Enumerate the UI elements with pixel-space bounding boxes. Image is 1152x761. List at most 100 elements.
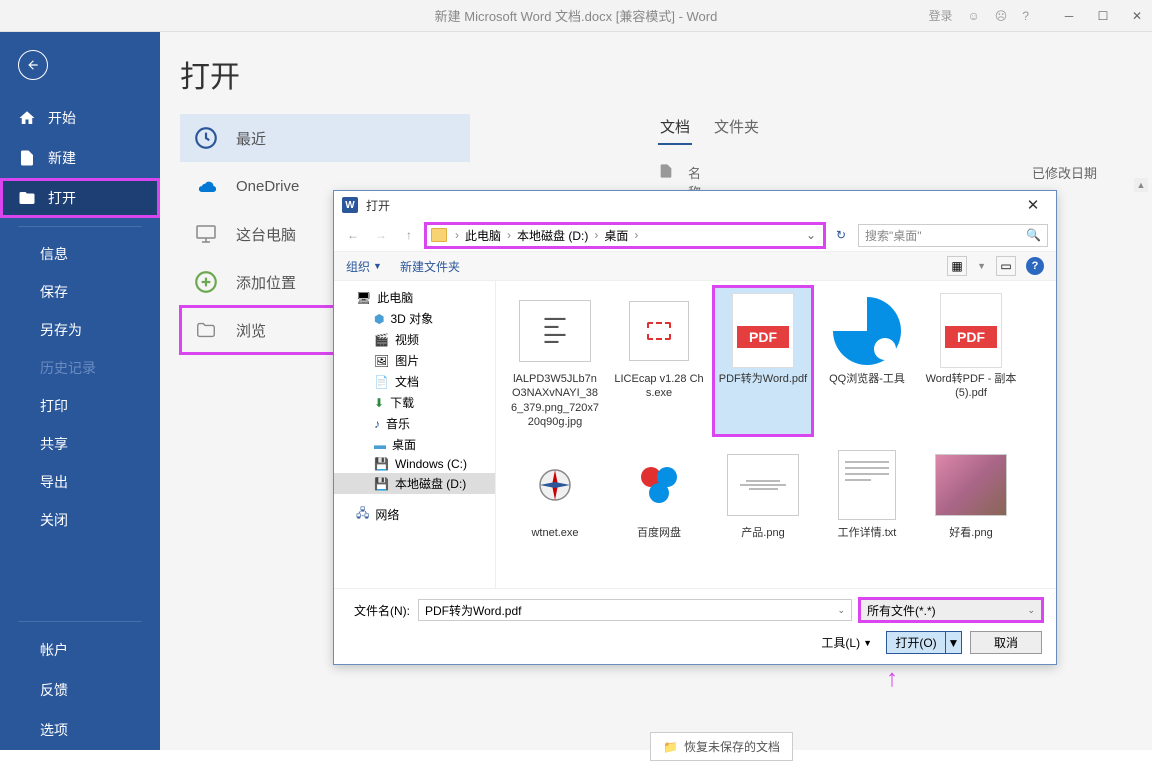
location-label: 最近 xyxy=(236,128,266,149)
annotation-arrow: ↑ xyxy=(886,665,898,693)
file-item[interactable]: 工作详情.txt xyxy=(818,441,916,546)
pc-icon: 🖥 xyxy=(356,291,371,305)
folder-open-icon xyxy=(18,189,36,207)
tree-documents[interactable]: 📄文档 xyxy=(334,371,495,392)
sidebar-share[interactable]: 共享 xyxy=(0,425,160,463)
breadcrumb-part[interactable]: 本地磁盘 (D:) xyxy=(513,227,592,244)
filename-input[interactable]: PDF转为Word.pdf ⌄ xyxy=(418,599,852,621)
sidebar-new[interactable]: 新建 xyxy=(0,138,160,178)
face-icon[interactable]: ☺ xyxy=(968,9,980,23)
sidebar-account[interactable]: 帐户 xyxy=(0,630,160,670)
sidebar-feedback[interactable]: 反馈 xyxy=(0,670,160,710)
tree-windowsc[interactable]: 💾Windows (C:) xyxy=(334,455,495,473)
filetype-select[interactable]: 所有文件(*.*) ⌄ xyxy=(860,599,1042,621)
sidebar-print[interactable]: 打印 xyxy=(0,387,160,425)
help-icon[interactable]: ? xyxy=(1022,9,1029,23)
scroll-up-button[interactable]: ▲ xyxy=(1134,178,1148,192)
location-recent[interactable]: 最近 xyxy=(180,114,470,162)
sidebar-options[interactable]: 选项 xyxy=(0,710,160,750)
file-name: 好看.png xyxy=(925,526,1017,540)
file-item[interactable]: QQ浏览器-工具 xyxy=(818,287,916,435)
tree-3dobjects[interactable]: ⬢3D 对象 xyxy=(334,308,495,329)
breadcrumb-dropdown[interactable]: ⌄ xyxy=(803,228,819,242)
location-label: 浏览 xyxy=(236,320,266,341)
cube-icon: ⬢ xyxy=(374,312,384,326)
dialog-titlebar: W 打开 ✕ xyxy=(334,191,1056,219)
nav-forward-button[interactable]: → xyxy=(370,224,392,246)
sidebar-info[interactable]: 信息 xyxy=(0,235,160,273)
location-label: 添加位置 xyxy=(236,272,296,293)
view-button[interactable]: ▦ xyxy=(947,256,967,276)
recover-unsaved-button[interactable]: 📁 恢复未保存的文档 xyxy=(650,732,793,761)
tree-pictures[interactable]: 🖼图片 xyxy=(334,350,495,371)
file-item[interactable]: ▬▬▬▬▬▬▬▬▬▬ lALPD3W5JLb7nO3NAXvNAYI_386_3… xyxy=(506,287,604,435)
document-icon xyxy=(18,149,36,167)
folder-tree: 🖥此电脑 ⬢3D 对象 🎬视频 🖼图片 📄文档 ⬇下载 ♪音乐 ▬桌面 💾Win… xyxy=(334,281,496,588)
home-icon xyxy=(18,109,36,127)
file-item[interactable]: 好看.png xyxy=(922,441,1020,546)
sidebar-item-label: 打开 xyxy=(48,188,76,208)
tree-videos[interactable]: 🎬视频 xyxy=(334,329,495,350)
tree-desktop[interactable]: ▬桌面 xyxy=(334,434,495,455)
tree-downloads[interactable]: ⬇下载 xyxy=(334,392,495,413)
picture-icon: 🖼 xyxy=(374,354,389,368)
chevron-down-icon[interactable]: ⌄ xyxy=(837,605,845,616)
breadcrumb[interactable]: › 此电脑 › 本地磁盘 (D:) › 桌面 › ⌄ xyxy=(426,224,824,247)
face2-icon[interactable]: ☹ xyxy=(995,9,1008,23)
help-button[interactable]: ? xyxy=(1026,257,1044,275)
breadcrumb-part[interactable]: 此电脑 xyxy=(461,227,505,244)
desktop-icon: ▬ xyxy=(374,438,386,452)
tools-button[interactable]: 工具(L) ▼ xyxy=(815,632,878,653)
nav-back-button[interactable]: ← xyxy=(342,224,364,246)
file-item[interactable]: 百度网盘 xyxy=(610,441,708,546)
close-button[interactable]: ✕ xyxy=(1130,9,1144,23)
dialog-close-button[interactable]: ✕ xyxy=(1018,196,1048,214)
breadcrumb-part[interactable]: 桌面 xyxy=(600,227,632,244)
refresh-button[interactable]: ↻ xyxy=(830,224,852,246)
dialog-title: 打开 xyxy=(366,197,390,214)
file-name: 产品.png xyxy=(717,526,809,540)
login-link[interactable]: 登录 xyxy=(929,7,953,24)
open-dropdown-button[interactable]: ▼ xyxy=(946,631,962,654)
cancel-button[interactable]: 取消 xyxy=(970,631,1042,654)
preview-button[interactable]: ▭ xyxy=(996,256,1016,276)
file-name: QQ浏览器-工具 xyxy=(821,372,913,386)
organize-button[interactable]: 组织 ▼ xyxy=(346,258,382,275)
sidebar-open[interactable]: 打开 xyxy=(0,178,160,218)
sidebar-start[interactable]: 开始 xyxy=(0,98,160,138)
backstage-sidebar: 开始 新建 打开 信息 保存 另存为 历史记录 打印 共享 导出 关闭 帐户 反… xyxy=(0,32,160,750)
tab-folders[interactable]: 文件夹 xyxy=(712,110,761,145)
location-label: 这台电脑 xyxy=(236,224,296,245)
sidebar-saveas[interactable]: 另存为 xyxy=(0,311,160,349)
filename-value: PDF转为Word.pdf xyxy=(425,602,521,619)
tree-music[interactable]: ♪音乐 xyxy=(334,413,495,434)
file-item[interactable]: LICEcap v1.28 Chs.exe xyxy=(610,287,708,435)
network-icon: 🖧 xyxy=(356,504,369,525)
nav-up-button[interactable]: ↑ xyxy=(398,224,420,246)
tree-thispc[interactable]: 🖥此电脑 xyxy=(334,287,495,308)
maximize-button[interactable]: ☐ xyxy=(1096,9,1110,23)
new-folder-button[interactable]: 新建文件夹 xyxy=(400,258,460,275)
sidebar-save[interactable]: 保存 xyxy=(0,273,160,311)
location-label: OneDrive xyxy=(236,178,299,195)
tree-locald[interactable]: 💾本地磁盘 (D:) xyxy=(334,473,495,494)
sidebar-close[interactable]: 关闭 xyxy=(0,501,160,539)
view-dropdown[interactable]: ▼ xyxy=(977,261,986,271)
tree-network[interactable]: 🖧网络 xyxy=(334,502,495,527)
file-item-selected[interactable]: PDF转为Word.pdf xyxy=(714,287,812,435)
sidebar-export[interactable]: 导出 xyxy=(0,463,160,501)
pc-icon xyxy=(192,220,220,248)
open-button[interactable]: 打开(O) xyxy=(886,631,946,654)
file-name: 工作详情.txt xyxy=(821,526,913,540)
search-input[interactable]: 搜索"桌面" 🔍 xyxy=(858,224,1048,247)
sidebar-history: 历史记录 xyxy=(0,349,160,387)
file-name: PDF转为Word.pdf xyxy=(717,372,809,386)
file-item[interactable]: Word转PDF - 副本 (5).pdf xyxy=(922,287,1020,435)
drive-icon: 💾 xyxy=(374,457,389,471)
addplace-icon xyxy=(192,268,220,296)
tab-documents[interactable]: 文档 xyxy=(658,110,692,145)
minimize-button[interactable]: ─ xyxy=(1062,9,1076,23)
file-item[interactable]: wtnet.exe xyxy=(506,441,604,546)
file-item[interactable]: 产品.png xyxy=(714,441,812,546)
back-button[interactable] xyxy=(18,50,48,80)
